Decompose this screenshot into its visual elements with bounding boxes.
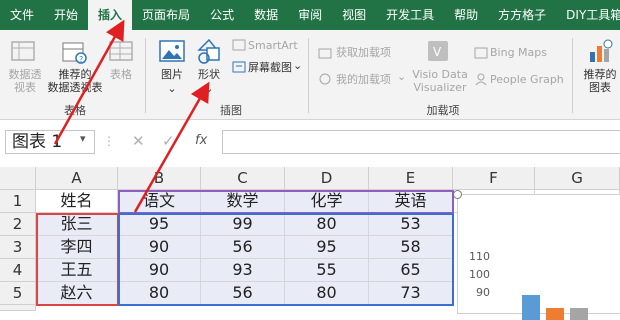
annotation-arrows: [53, 19, 210, 213]
chart-bar[interactable]: [570, 307, 588, 320]
chart-bar[interactable]: [546, 307, 564, 320]
